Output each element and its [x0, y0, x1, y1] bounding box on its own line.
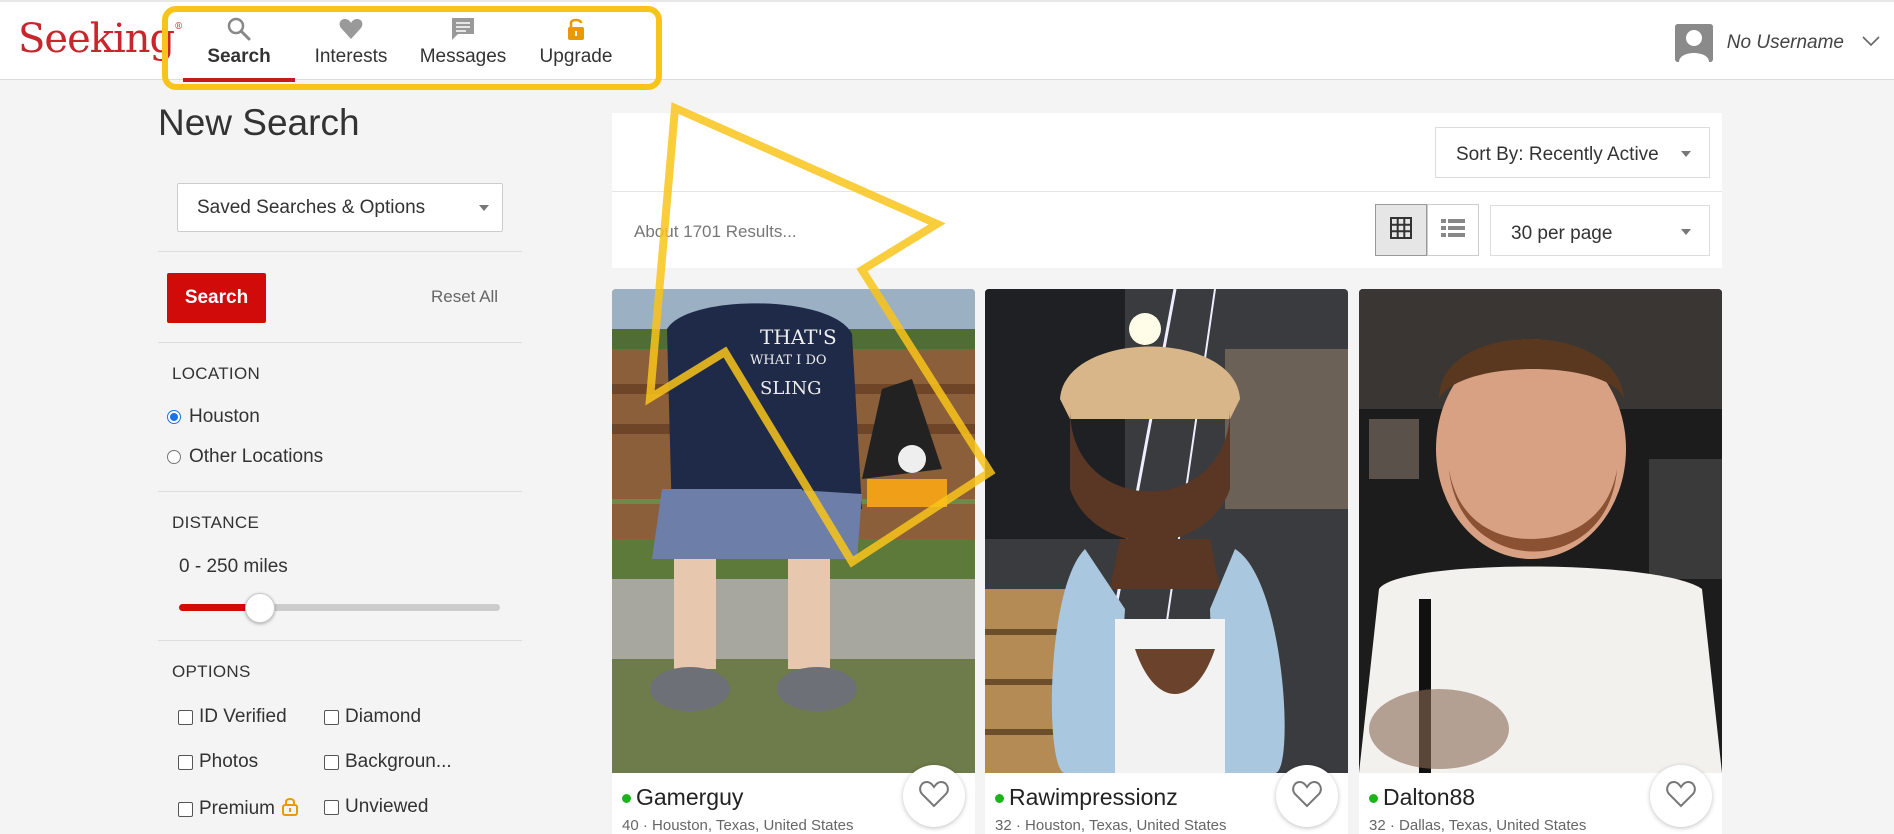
- option-premium[interactable]: Premium: [178, 796, 299, 822]
- profile-photo[interactable]: [985, 289, 1348, 773]
- username: No Username: [1726, 32, 1844, 53]
- profile-name[interactable]: Gamerguy: [636, 784, 743, 811]
- profile-meta: 40 · Houston, Texas, United States: [622, 817, 854, 834]
- caret-down-icon: [1681, 151, 1691, 157]
- favorite-button[interactable]: [1650, 765, 1712, 827]
- location-heading: LOCATION: [172, 364, 261, 383]
- profile-meta: 32 · Dallas, Texas, United States: [1369, 817, 1587, 834]
- checkbox[interactable]: [178, 709, 193, 725]
- option-label: ID Verified: [199, 706, 287, 727]
- online-indicator: [995, 794, 1004, 803]
- svg-text:THAT'S: THAT'S: [760, 325, 837, 349]
- option-label: Photos: [199, 751, 259, 772]
- nav-upgrade[interactable]: Upgrade: [520, 16, 632, 68]
- caret-down-icon: [479, 205, 489, 211]
- grid-icon: [1390, 216, 1412, 244]
- distance-heading: DISTANCE: [172, 513, 260, 532]
- heart-outline-icon: [1292, 780, 1322, 813]
- option-label: Premium: [199, 798, 276, 819]
- search-button[interactable]: Search: [167, 273, 266, 323]
- nav-messages-label: Messages: [419, 46, 507, 67]
- distance-value: 0 - 250 miles: [179, 556, 288, 577]
- profile-name[interactable]: Rawimpressionz: [1009, 784, 1178, 811]
- sort-label: Sort By: Recently Active: [1456, 144, 1659, 165]
- reset-all-link[interactable]: Reset All: [431, 287, 498, 307]
- distance-slider-handle[interactable]: [245, 593, 276, 623]
- heart-outline-icon: [919, 780, 949, 813]
- checkbox[interactable]: [324, 754, 339, 770]
- option-label: Unviewed: [345, 796, 429, 817]
- heart-icon: [295, 16, 407, 42]
- saved-searches-label: Saved Searches & Options: [197, 197, 426, 218]
- favorite-button[interactable]: [903, 765, 965, 827]
- option-label: Backgroun...: [345, 751, 452, 772]
- checkbox[interactable]: [178, 754, 193, 770]
- nav-active-underline: [183, 78, 295, 82]
- divider: [158, 342, 522, 343]
- svg-text:SLING: SLING: [760, 378, 822, 399]
- checkbox[interactable]: [324, 799, 339, 815]
- radio-other-locations[interactable]: [167, 450, 181, 464]
- user-menu[interactable]: No Username: [1674, 24, 1880, 62]
- online-indicator: [1369, 794, 1378, 803]
- checkbox[interactable]: [178, 801, 193, 817]
- message-icon: [407, 16, 519, 42]
- caret-down-icon: [1681, 229, 1691, 235]
- location-other-label: Other Locations: [189, 446, 324, 467]
- search-icon: [183, 16, 295, 42]
- option-background[interactable]: Backgroun...: [324, 751, 452, 773]
- profile-card-dalton88[interactable]: Dalton88 32 · Dallas, Texas, United Stat…: [1359, 289, 1722, 834]
- per-page-label: 30 per page: [1511, 223, 1613, 244]
- profile-meta: 32 · Houston, Texas, United States: [995, 817, 1227, 834]
- saved-searches-dropdown[interactable]: Saved Searches & Options: [177, 183, 503, 232]
- top-bar: Seeking® Search Interests Messages Upgra…: [0, 0, 1894, 82]
- divider: [158, 251, 522, 252]
- favorite-button[interactable]: [1276, 765, 1338, 827]
- option-label: Diamond: [345, 706, 422, 727]
- distance-slider-track[interactable]: [179, 604, 500, 611]
- option-unviewed[interactable]: Unviewed: [324, 796, 428, 818]
- checkbox[interactable]: [324, 709, 339, 725]
- nav-upgrade-label: Upgrade: [539, 46, 613, 67]
- nav-messages[interactable]: Messages: [407, 16, 519, 68]
- svg-text:WHAT I DO: WHAT I DO: [750, 353, 827, 368]
- nav-interests[interactable]: Interests: [295, 16, 407, 68]
- profile-card-gamerguy[interactable]: THAT'S WHAT I DO SLING Gamerguy 40 · Hou…: [612, 289, 975, 834]
- option-id-verified[interactable]: ID Verified: [178, 706, 287, 728]
- avatar: [1674, 24, 1713, 62]
- nav-search[interactable]: Search: [183, 16, 295, 68]
- nav-search-label: Search: [207, 46, 271, 67]
- page-title: New Search: [158, 102, 360, 143]
- sort-dropdown[interactable]: Sort By: Recently Active: [1435, 127, 1710, 178]
- radio-houston[interactable]: [167, 410, 181, 424]
- heart-outline-icon: [1666, 780, 1696, 813]
- profile-card-rawimpressionz[interactable]: Rawimpressionz 32 · Houston, Texas, Unit…: [985, 289, 1348, 834]
- divider: [158, 491, 522, 492]
- options-heading: OPTIONS: [172, 662, 251, 681]
- location-option-houston[interactable]: Houston: [167, 406, 260, 428]
- option-photos[interactable]: Photos: [178, 751, 258, 773]
- grid-view-button[interactable]: [1375, 204, 1427, 256]
- online-indicator: [622, 794, 631, 803]
- nav-interests-label: Interests: [314, 46, 388, 67]
- profile-name[interactable]: Dalton88: [1383, 784, 1475, 811]
- profile-photo[interactable]: THAT'S WHAT I DO SLING: [612, 289, 975, 773]
- lock-icon: [281, 796, 299, 822]
- list-icon: [1441, 218, 1465, 243]
- seeking-logo[interactable]: Seeking®: [18, 16, 183, 62]
- profile-photo[interactable]: [1359, 289, 1722, 773]
- list-view-button[interactable]: [1427, 204, 1479, 256]
- location-option-other[interactable]: Other Locations: [167, 446, 323, 468]
- divider: [158, 640, 522, 641]
- location-houston-label: Houston: [189, 406, 260, 427]
- results-count: About 1701 Results...: [634, 222, 797, 241]
- chevron-down-icon: [1862, 34, 1880, 52]
- lock-icon: [520, 16, 632, 42]
- per-page-dropdown[interactable]: 30 per page: [1490, 205, 1710, 256]
- option-diamond[interactable]: Diamond: [324, 706, 421, 728]
- divider: [612, 191, 1722, 192]
